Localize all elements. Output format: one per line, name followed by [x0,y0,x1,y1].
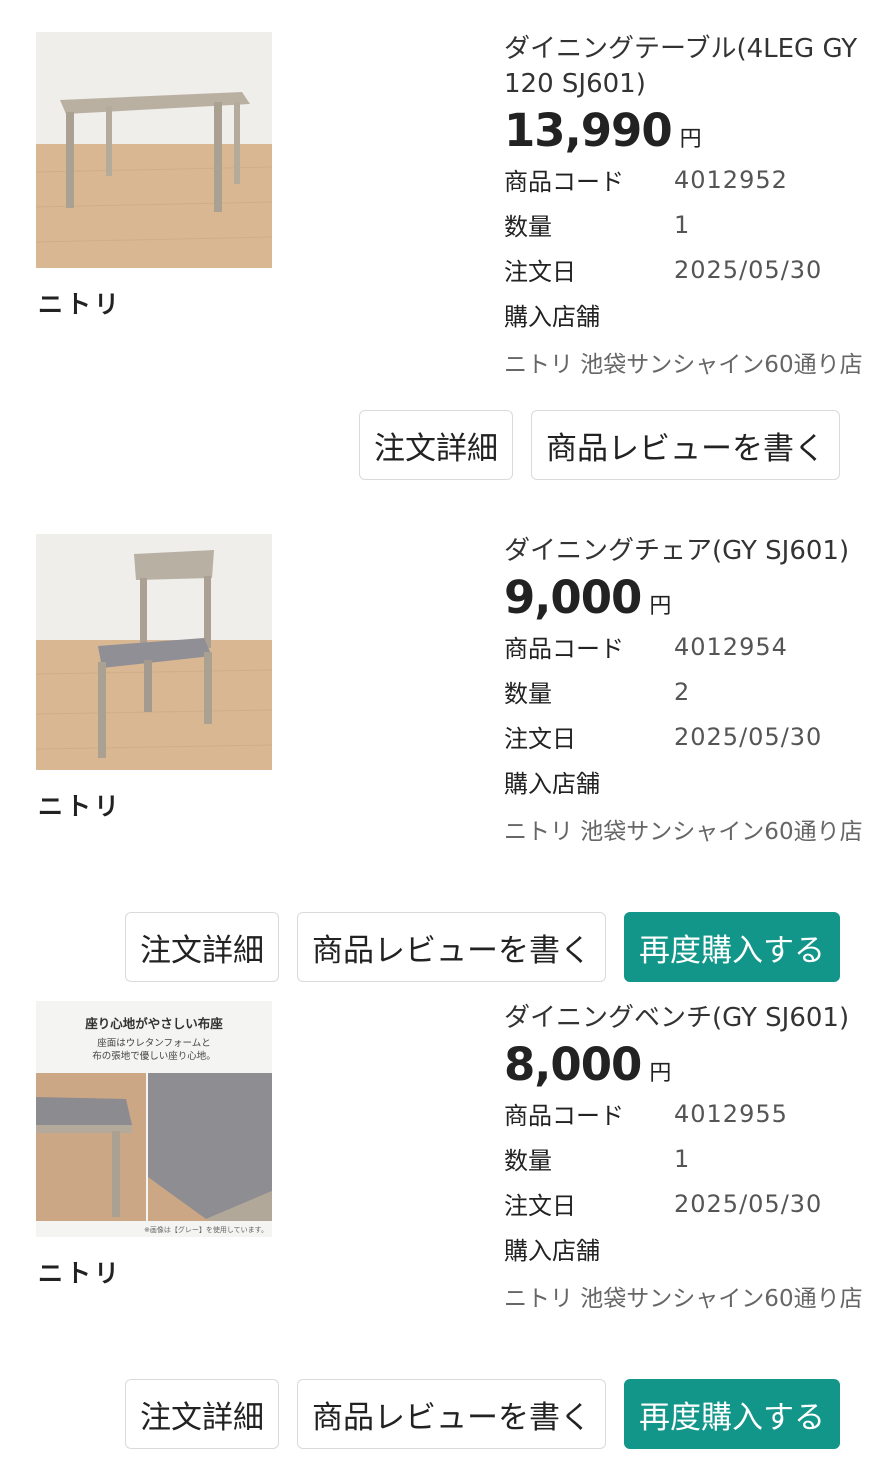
write-review-button[interactable]: 商品レビューを書く [297,1379,606,1449]
product-code-value: 4012955 [674,1099,788,1128]
currency-label: 円 [679,127,702,152]
action-buttons: 注文詳細 商品レビューを書く 再度購入する [125,912,840,982]
product-code-value: 4012952 [674,165,788,194]
image-headline: 座り心地がやさしい布座 [84,1016,223,1031]
order-item-card: 座り心地がやさしい布座 座面はウレタンフォームと 布の張地で優しい座り心地。 ※… [0,1001,876,1468]
rebuy-button[interactable]: 再度購入する [624,1379,840,1449]
product-info: ダイニングテーブル(4LEG GY 120 SJ601) 13,990 円 商品… [504,32,876,379]
order-date-row: 注文日 2025/05/30 [504,247,876,292]
store-label: 購入店舗 [504,1237,600,1265]
bench-photo: 座り心地がやさしい布座 座面はウレタンフォームと 布の張地で優しい座り心地。 ※… [36,1001,272,1237]
image-caption-line: 座面はウレタンフォームと [97,1037,210,1049]
chair-photo [36,534,272,770]
product-name[interactable]: ダイニングベンチ(GY SJ601) [504,1001,876,1036]
order-date-value: 2025/05/30 [674,1189,823,1218]
brand-name: ニトリ [38,792,123,821]
write-review-button[interactable]: 商品レビューを書く [297,912,606,982]
order-detail-button[interactable]: 注文詳細 [125,912,279,982]
product-code-row: 商品コード 4012955 [504,1091,876,1136]
order-date-row: 注文日 2025/05/30 [504,1181,876,1226]
order-date-value: 2025/05/30 [674,722,823,751]
product-info: ダイニングチェア(GY SJ601) 9,000 円 商品コード 4012954… [504,534,876,846]
price: 8,000 [504,1038,642,1091]
product-name[interactable]: ダイニングチェア(GY SJ601) [504,534,876,569]
store-row: 購入店舗 [504,759,876,804]
order-detail-button[interactable]: 注文詳細 [359,410,513,480]
product-image[interactable]: 座り心地がやさしい布座 座面はウレタンフォームと 布の張地で優しい座り心地。 ※… [36,1001,272,1237]
quantity-label: 数量 [504,680,552,708]
quantity-row: 数量 2 [504,669,876,714]
price-row: 8,000 円 [504,1038,876,1091]
product-code-label: 商品コード [504,168,624,196]
store-name: ニトリ 池袋サンシャイン60通り店 [504,819,863,845]
order-item-card: ニトリ ダイニングチェア(GY SJ601) 9,000 円 商品コード 401… [0,534,876,1001]
quantity-row: 数量 1 [504,202,876,247]
order-date-label: 注文日 [504,1192,576,1220]
order-detail-button[interactable]: 注文詳細 [125,1379,279,1449]
store-label: 購入店舗 [504,303,600,331]
order-date-row: 注文日 2025/05/30 [504,714,876,759]
store-row: 購入店舗 [504,292,876,337]
action-buttons: 注文詳細 商品レビューを書く [359,410,840,480]
product-image[interactable] [36,534,272,770]
table-photo [36,32,272,268]
quantity-value: 1 [674,210,691,239]
image-caption-line: 布の張地で優しい座り心地。 [92,1050,216,1062]
product-info: ダイニングベンチ(GY SJ601) 8,000 円 商品コード 4012955… [504,1001,876,1313]
product-code-row: 商品コード 4012952 [504,157,876,202]
quantity-value: 2 [674,677,691,706]
price-row: 9,000 円 [504,571,876,624]
write-review-button[interactable]: 商品レビューを書く [531,410,840,480]
product-code-label: 商品コード [504,1102,624,1130]
brand-name: ニトリ [38,290,123,319]
product-code-label: 商品コード [504,635,624,663]
store-row: 購入店舗 [504,1226,876,1271]
image-note: ※画像は【グレー】を使用しています。 [144,1225,268,1234]
quantity-label: 数量 [504,1147,552,1175]
product-code-value: 4012954 [674,632,788,661]
product-code-row: 商品コード 4012954 [504,624,876,669]
order-date-label: 注文日 [504,258,576,286]
order-date-value: 2025/05/30 [674,255,823,284]
rebuy-button[interactable]: 再度購入する [624,912,840,982]
order-item-card: ニトリ ダイニングテーブル(4LEG GY 120 SJ601) 13,990 … [0,32,876,499]
order-date-label: 注文日 [504,725,576,753]
action-buttons: 注文詳細 商品レビューを書く 再度購入する [125,1379,840,1449]
quantity-label: 数量 [504,213,552,241]
store-label: 購入店舗 [504,770,600,798]
price: 9,000 [504,571,642,624]
currency-label: 円 [649,1061,672,1086]
brand-name: ニトリ [38,1259,123,1288]
store-name: ニトリ 池袋サンシャイン60通り店 [504,1286,863,1312]
price-row: 13,990 円 [504,104,876,157]
price: 13,990 [504,104,673,157]
product-name[interactable]: ダイニングテーブル(4LEG GY 120 SJ601) [504,32,876,102]
quantity-row: 数量 1 [504,1136,876,1181]
quantity-value: 1 [674,1144,691,1173]
product-image[interactable] [36,32,272,268]
store-name: ニトリ 池袋サンシャイン60通り店 [504,352,863,378]
currency-label: 円 [649,594,672,619]
